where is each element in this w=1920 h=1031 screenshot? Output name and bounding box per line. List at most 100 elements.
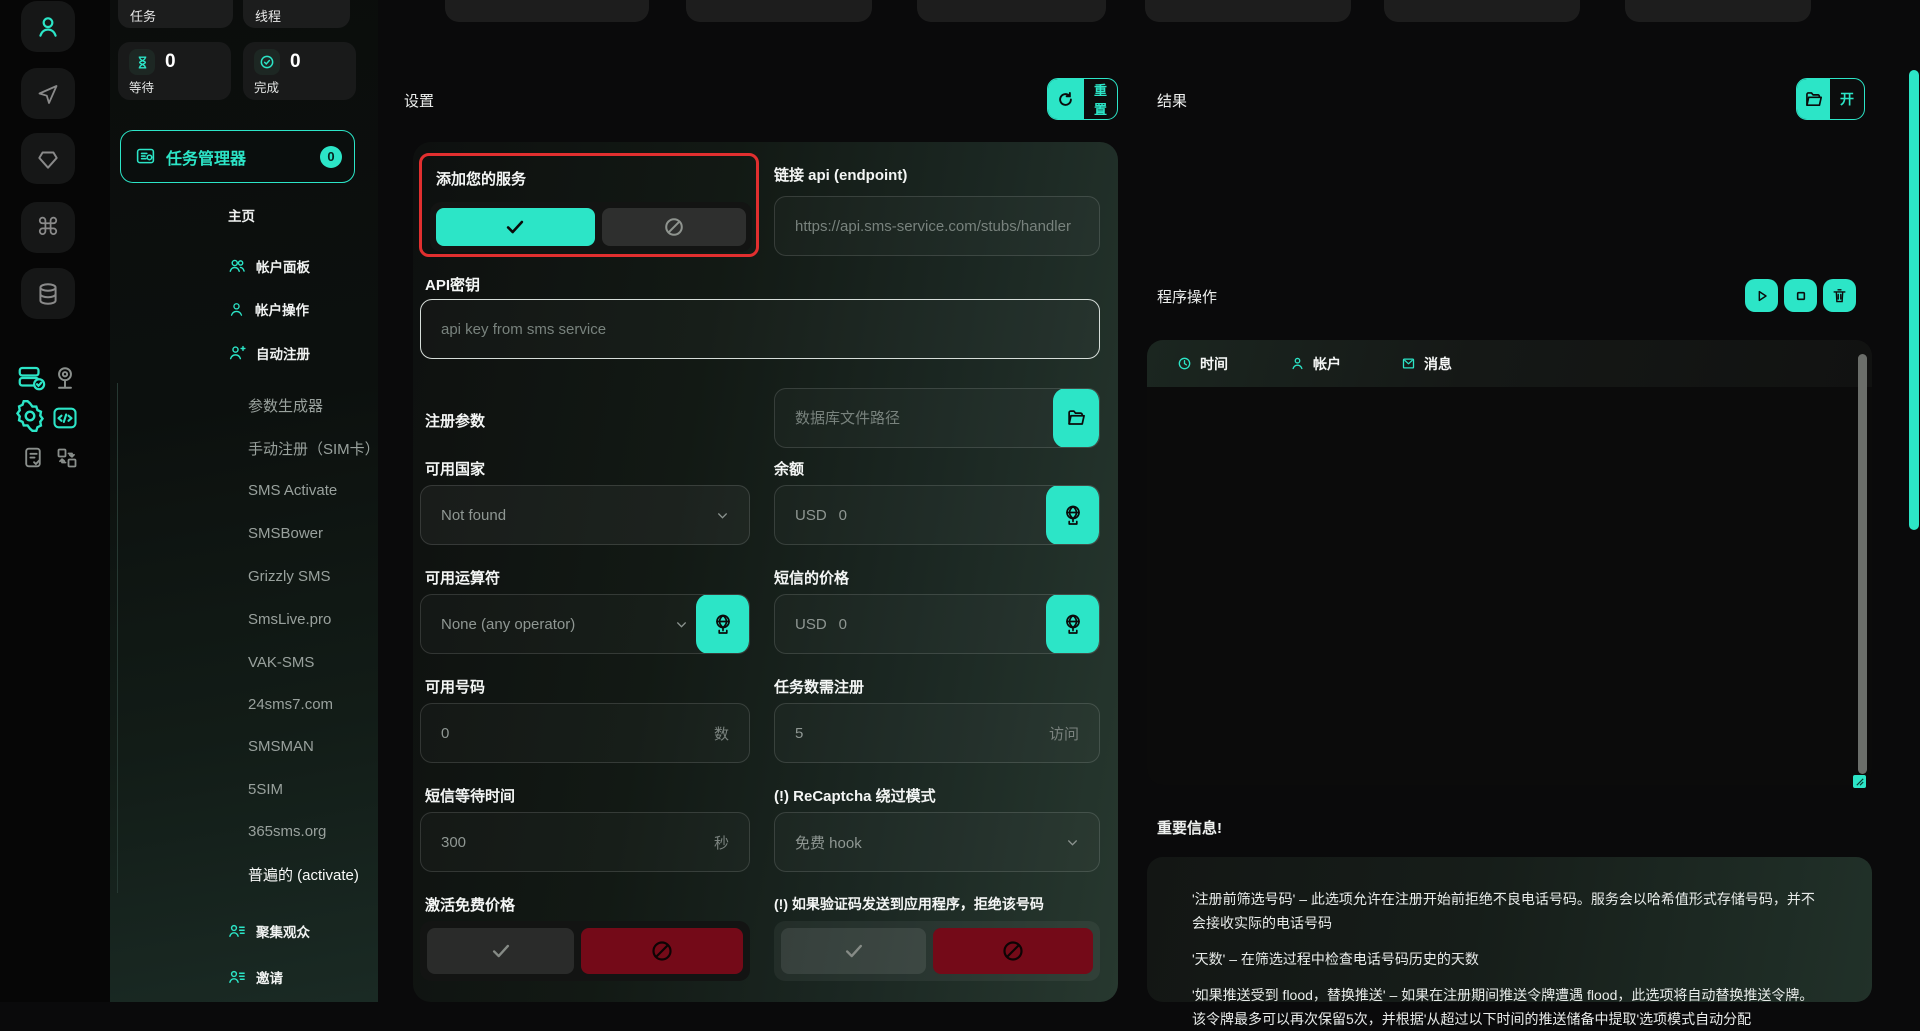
sms-wait-suffix: 秒	[714, 832, 729, 853]
chevron-down-icon	[675, 618, 688, 631]
window-tab[interactable]	[1145, 0, 1351, 22]
info-paragraph: '如果推送受到 flood，替换推送' – 如果在注册期间推送令牌遭遇 floo…	[1192, 983, 1827, 1031]
sms-price-field-wrap: USD 0	[774, 594, 1100, 654]
users-icon	[228, 257, 246, 275]
api-key-field-wrap	[420, 299, 1100, 359]
free-price-toggle	[420, 921, 750, 981]
add-service-highlight: 添加您的服务	[419, 153, 759, 257]
important-info-card: '注册前筛选号码' – 此选项允许在注册开始前拒绝不良电话号码。服务会以哈希值形…	[1147, 857, 1872, 1002]
sms-price-label: 短信的价格	[774, 567, 849, 588]
recaptcha-label: (!) ReCaptcha 绕过模式	[774, 785, 936, 806]
webcam-icon[interactable]	[52, 365, 78, 391]
app-reject-toggle	[774, 921, 1100, 981]
run-button[interactable]	[1745, 279, 1778, 312]
results-table: 时间 帐户 消息	[1147, 340, 1872, 785]
reset-label: 重置	[1084, 79, 1117, 119]
operator-select[interactable]: None (any operator)	[420, 594, 750, 654]
free-price-yes-button[interactable]	[427, 928, 574, 974]
window-tab[interactable]	[1625, 0, 1811, 22]
sub-list-guide	[117, 383, 118, 893]
column-account: 帐户	[1290, 354, 1341, 374]
tab-tasks[interactable]: 任务	[118, 0, 233, 28]
diamond-icon[interactable]	[21, 133, 75, 184]
results-table-header: 时间 帐户 消息	[1147, 340, 1872, 387]
gear-icon[interactable]	[14, 400, 46, 432]
api-key-label: API密钥	[425, 274, 480, 295]
clipboard-check-icon[interactable]	[21, 445, 46, 470]
browse-folder-button[interactable]	[1053, 388, 1099, 448]
globe-icon	[711, 612, 735, 636]
window-tab[interactable]	[1384, 0, 1580, 22]
resize-grip[interactable]	[1853, 775, 1866, 788]
window-scrollbar[interactable]	[1909, 70, 1919, 530]
check-circle-icon	[254, 49, 280, 75]
table-scrollbar[interactable]	[1858, 354, 1867, 774]
column-message-label: 消息	[1424, 354, 1452, 374]
free-price-label: 激活免费价格	[425, 894, 515, 915]
settings-form-card: 添加您的服务 链接 api (endpoint) API密钥 注册参数 可用国家…	[413, 142, 1118, 1002]
column-message: 消息	[1401, 354, 1452, 374]
country-select[interactable]: Not found	[420, 485, 750, 545]
stop-button[interactable]	[1784, 279, 1817, 312]
waiting-label: 等待	[129, 77, 220, 96]
swap-boxes-icon[interactable]	[55, 446, 79, 470]
code-window-icon[interactable]	[51, 404, 79, 432]
operator-label: 可用运算符	[425, 567, 500, 588]
person-plus-icon	[228, 344, 246, 362]
operator-refresh-button[interactable]	[696, 594, 749, 654]
app-reject-no-button[interactable]	[933, 928, 1093, 974]
window-tab[interactable]	[686, 0, 872, 22]
database-icon[interactable]	[21, 268, 75, 319]
results-title: 结果	[1157, 90, 1187, 111]
free-price-no-button[interactable]	[581, 928, 743, 974]
numbers-value: 0	[441, 725, 714, 742]
add-service-no-button[interactable]	[602, 208, 746, 246]
task-manager-label: 任务管理器	[166, 145, 310, 169]
open-label: 开	[1830, 79, 1864, 119]
tab-threads[interactable]: 线程	[243, 0, 350, 28]
done-count: 0	[290, 51, 301, 73]
person-icon	[1290, 356, 1305, 371]
clear-button[interactable]	[1823, 279, 1856, 312]
column-account-label: 帐户	[1313, 354, 1341, 374]
grip-lines-icon	[1856, 778, 1864, 786]
recaptcha-select[interactable]: 免费 hook	[774, 812, 1100, 872]
check-icon	[504, 216, 526, 238]
open-results-button[interactable]: 开	[1796, 78, 1865, 120]
server-check-icon[interactable]	[16, 363, 46, 393]
add-service-yes-button[interactable]	[436, 208, 595, 246]
balance-refresh-button[interactable]	[1046, 485, 1099, 545]
program-ops-title: 程序操作	[1157, 286, 1217, 307]
add-service-toggle	[430, 202, 752, 252]
window-tab[interactable]	[917, 0, 1106, 22]
window-tab[interactable]	[445, 0, 649, 22]
api-key-input[interactable]	[441, 321, 1079, 338]
users-list-icon	[228, 922, 246, 940]
sms-wait-field-wrap: 300 秒	[420, 812, 750, 872]
sms-price-refresh-button[interactable]	[1046, 594, 1099, 654]
balance-value: 0	[839, 507, 1038, 524]
endpoint-label: 链接 api (endpoint)	[774, 164, 907, 185]
numbers-field-wrap: 0 数	[420, 703, 750, 763]
app-reject-yes-button[interactable]	[781, 928, 926, 974]
block-icon	[663, 216, 685, 238]
db-path-input[interactable]	[795, 410, 1045, 427]
column-time: 时间	[1177, 354, 1228, 374]
envelope-icon	[1401, 356, 1416, 371]
person-icon	[228, 301, 245, 318]
country-label: 可用国家	[425, 458, 485, 479]
tasks-req-label: 任务数需注册	[774, 676, 864, 697]
numbers-label: 可用号码	[425, 676, 485, 697]
trash-icon	[1831, 287, 1848, 304]
db-path-field-wrap	[774, 388, 1100, 448]
reset-button[interactable]: 重置	[1047, 78, 1118, 120]
tasks-req-field-wrap: 5 访问	[774, 703, 1100, 763]
reset-icon	[1048, 79, 1084, 119]
sms-wait-label: 短信等待时间	[425, 785, 515, 806]
command-icon[interactable]: ⌘	[21, 202, 75, 253]
profile-icon[interactable]	[21, 1, 75, 52]
info-paragraph: '注册前筛选号码' – 此选项允许在注册开始前拒绝不良电话号码。服务会以哈希值形…	[1192, 887, 1827, 935]
send-icon[interactable]	[21, 68, 75, 119]
task-manager-button[interactable]: 任务管理器 0	[120, 130, 355, 183]
endpoint-input[interactable]	[795, 218, 1079, 235]
